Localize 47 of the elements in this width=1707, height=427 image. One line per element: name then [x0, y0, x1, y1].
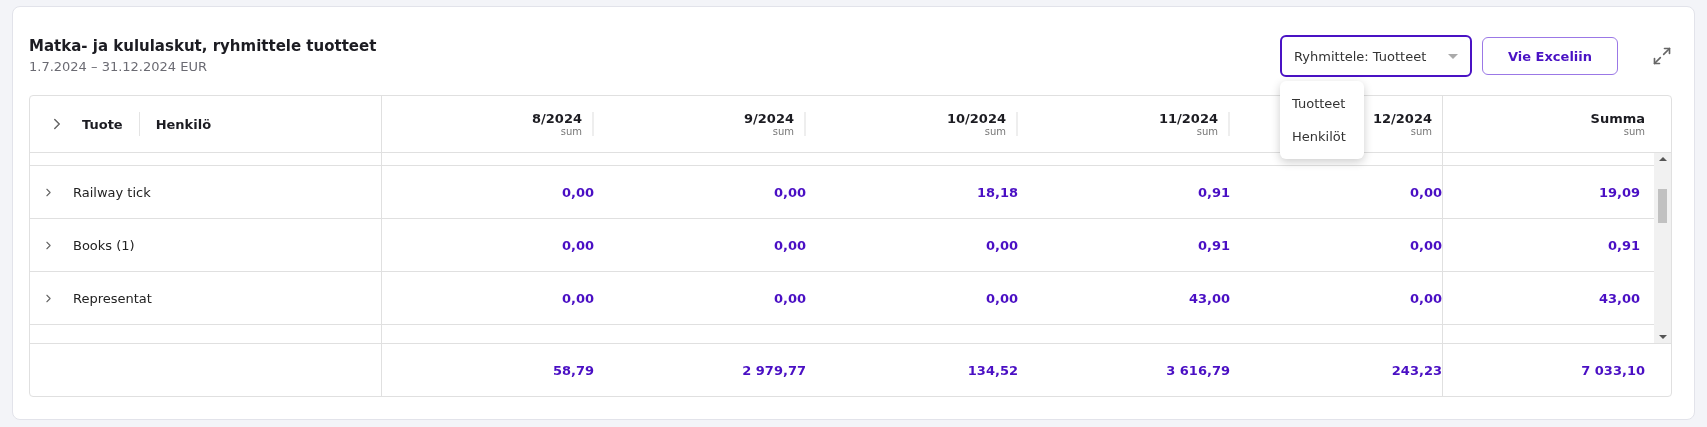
table-cell-text: 0,00: [1408, 183, 1442, 202]
column-header[interactable]: 10/2024: [946, 111, 1006, 126]
table-cell-text: 0,00: [560, 183, 594, 202]
total-cell-text: 243,23: [1390, 361, 1442, 380]
caret-icon: [1448, 53, 1458, 59]
total-cell-text: 58,79: [551, 361, 594, 380]
date-range: 1.7.2024 – 31.12.2024 EUR: [29, 59, 208, 74]
table-cell-text: 0,00: [1408, 289, 1442, 308]
total-cell-text: 3 616,79: [1165, 361, 1230, 380]
table-cell-text: 0,00: [984, 236, 1018, 255]
table-cell-text: 0,00: [984, 289, 1018, 308]
column-subheader: sum: [772, 126, 794, 137]
table-cell-text: 0,91: [1196, 236, 1230, 255]
row-label: Books (1): [73, 237, 135, 253]
total-cell: 7 033,10: [1442, 344, 1671, 396]
expand-icon[interactable]: [1652, 46, 1672, 66]
column-header[interactable]: Tuote: [82, 116, 123, 132]
column-subheader: sum: [984, 126, 1006, 137]
column-subheader: sum: [1196, 126, 1218, 137]
column-subheader: sum: [560, 126, 582, 137]
column-subheader: sum: [1623, 126, 1645, 137]
column-header[interactable]: 12/2024: [1372, 111, 1432, 126]
table-cell-text: 43,00: [1187, 289, 1230, 308]
column-header[interactable]: 9/2024: [744, 111, 794, 126]
table-cell-text: 0,00: [772, 183, 806, 202]
column-header[interactable]: Summa: [1590, 111, 1645, 126]
scrollbar[interactable]: [1654, 153, 1671, 343]
column-header[interactable]: 8/2024: [532, 111, 582, 126]
table-cell-text: 18,18: [975, 183, 1018, 202]
table-cell-text: 0,00: [560, 289, 594, 308]
column-header[interactable]: Henkilö: [155, 116, 212, 132]
menu-item[interactable]: Henkilöt: [1280, 120, 1364, 153]
row-label: Railway tick: [73, 184, 151, 200]
group-select[interactable]: Ryhmittele: Tuotteet: [1280, 35, 1472, 77]
export-button[interactable]: Vie Exceliin: [1482, 37, 1618, 75]
row-label: Representat: [73, 290, 152, 306]
column-header[interactable]: 11/2024: [1158, 111, 1218, 126]
report-title: Matka- ja kululaskut, ryhmittele tuotteet: [29, 37, 377, 55]
table-cell-text: 0,00: [560, 236, 594, 255]
table-cell-text: 0,00: [772, 236, 806, 255]
table-cell-text: 0,00: [1408, 236, 1442, 255]
column-subheader: sum: [1410, 126, 1432, 137]
total-cell-text: 2 979,77: [741, 361, 806, 380]
total-cell-text: 134,52: [966, 361, 1018, 380]
table-cell-text: 0,00: [772, 289, 806, 308]
table-cell-text: 0,91: [1196, 183, 1230, 202]
menu-item[interactable]: Tuotteet: [1280, 87, 1364, 120]
